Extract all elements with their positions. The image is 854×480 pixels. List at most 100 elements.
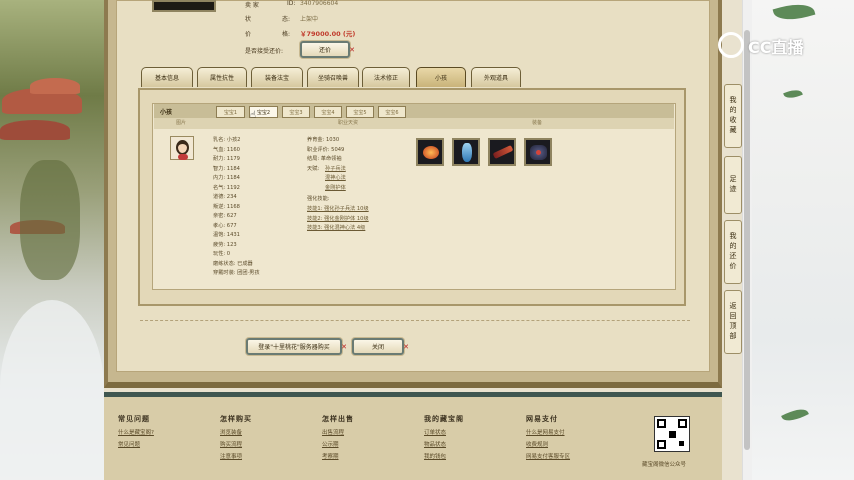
seller-label: 卖 家 — [245, 2, 259, 9]
stat-rating: 职业评价: 5049 — [307, 146, 345, 153]
footer-col-title: 怎样出售 — [322, 415, 354, 423]
footer-col-payment: 网易支付 什么是网易支付 收费规则 网易支付客服专区 — [526, 414, 570, 460]
close-icon: ✕ — [341, 343, 347, 351]
subtab-baby4[interactable]: 宝宝4 — [314, 106, 342, 118]
subtab-label: 宝宝1 — [223, 109, 238, 116]
divider — [140, 320, 690, 321]
status-label: 状 — [245, 16, 252, 23]
tab-mounts-summons[interactable]: 坐骑召唤兽 — [307, 67, 359, 87]
talent-link[interactable]: 混神心法 — [325, 175, 346, 181]
footer-link[interactable]: 我的钱包 — [424, 452, 464, 460]
scrollbar-thumb[interactable] — [744, 30, 750, 450]
close-icon: ✕ — [349, 46, 355, 54]
seller-id: 3407906604 — [300, 0, 339, 7]
enhance-skill-link[interactable]: 技能3: 强化混神心法 4级 — [307, 225, 365, 231]
tab-label: 法术修正 — [373, 75, 398, 82]
subtab-baby6[interactable]: 宝宝6 — [378, 106, 406, 118]
talent-2[interactable]: 混神心法 — [325, 174, 346, 181]
enhance-skill-3[interactable]: 技能3: 强化混神心法 4级 — [307, 224, 365, 231]
footer-link[interactable]: 订单状态 — [424, 428, 464, 436]
price-value: ￥79000.00 (元) — [300, 30, 356, 38]
tab-label: 外观道具 — [483, 75, 508, 82]
dark-armor-icon[interactable] — [524, 138, 552, 166]
subtab-baby3[interactable]: 宝宝3 — [282, 106, 310, 118]
bargain-button[interactable]: 还价 ✕ — [300, 41, 355, 58]
enhance-skill-1[interactable]: 技能1: 强化孙子兵法 10级 — [307, 205, 369, 212]
footer-link[interactable]: 什么是藏宝阁? — [118, 428, 154, 436]
nav-back-to-top[interactable]: 返回顶部 — [724, 290, 742, 354]
talent-link[interactable]: 孙子兵法 — [325, 166, 346, 172]
talent-label: 天赋: — [307, 165, 320, 172]
blue-vase-icon[interactable] — [452, 138, 480, 166]
qr-caption: 藏宝阁微信公众号 — [642, 462, 687, 468]
footer-col-title: 常见问题 — [118, 415, 150, 423]
child-avatar — [170, 136, 194, 160]
footer-link[interactable]: 购买流程 — [220, 440, 252, 448]
footer-col-sell: 怎样出售 出售流程 公示期 考察期 — [322, 414, 354, 460]
footer-col-buy: 怎样购买 浏览装备 购买流程 注意事项 — [220, 414, 252, 460]
footer-link[interactable]: 出售流程 — [322, 428, 354, 436]
talent-1[interactable]: 孙子兵法 — [325, 165, 346, 172]
child-panel-title: 小孩 — [160, 109, 173, 116]
nav-my-favorites[interactable]: 我的收藏 — [724, 84, 742, 148]
nav-my-bargains[interactable]: 我的还价 — [724, 220, 742, 284]
talent-link[interactable]: 金刚护体 — [325, 185, 346, 191]
left-scenery — [0, 0, 104, 480]
subtab-baby5[interactable]: 宝宝5 — [346, 106, 374, 118]
footer-link[interactable]: 物品状态 — [424, 440, 464, 448]
enhance-label: 强化技能: — [307, 196, 330, 202]
footer-col-title: 怎样购买 — [220, 415, 252, 423]
footer-link[interactable]: 注意事项 — [220, 452, 252, 460]
enhance-skill-2[interactable]: 技能2: 强化金刚护体 10级 — [307, 215, 369, 222]
subtab-label: 宝宝3 — [289, 109, 303, 116]
footer-col-title: 我的藏宝阁 — [424, 415, 464, 423]
stat-intimacy: 亲密: 627 — [213, 213, 237, 219]
stat-allowance: 养育金: 1030 — [307, 137, 340, 143]
tab-label: 属性抗性 — [209, 75, 234, 82]
footer-link[interactable]: 收费规则 — [526, 440, 570, 448]
nav-footprints[interactable]: 足迹 — [724, 156, 742, 214]
tab-child[interactable]: 小孩 — [416, 67, 466, 87]
tab-appearance[interactable]: 外观道具 — [471, 67, 521, 87]
stat-inner-power: 内力: 1184 — [213, 175, 240, 181]
status-value: 上架中 — [300, 16, 319, 23]
nav-label: 我的收藏 — [729, 96, 737, 136]
stat-morality: 道德: 234 — [213, 194, 237, 200]
footer-col-title: 网易支付 — [526, 415, 558, 423]
login-server-buy-button[interactable]: 登录"十里桃花"服务器购买 ✕ — [246, 338, 347, 355]
cc-logo-icon — [718, 32, 744, 58]
stat-costume: 穿戴时装: 团团·男孩 — [213, 270, 260, 276]
stat-fatigue: 疲劳: 123 — [213, 241, 237, 248]
tab-label: 装备法宝 — [264, 75, 289, 82]
subtab-label: 宝宝4 — [321, 109, 335, 116]
tab-equipment[interactable]: 装备法宝 — [251, 67, 303, 87]
subtab-label: 宝宝2 — [256, 109, 271, 116]
fire-gourd-icon[interactable] — [416, 138, 444, 166]
close-button[interactable]: 关闭 ✕ — [352, 338, 409, 355]
stat-training: 磨练状态: 已成器 — [213, 260, 253, 267]
tab-basic-info[interactable]: 基本信息 — [141, 67, 193, 87]
stat-hp: 气血: 1160 — [213, 146, 240, 153]
stat-satiety: 温饱: 1431 — [213, 232, 240, 238]
footer-link[interactable]: 网易支付客服专区 — [526, 452, 570, 460]
nav-label: 返回顶部 — [729, 302, 737, 342]
sword-scroll-icon[interactable] — [488, 138, 516, 166]
nav-label: 我的还价 — [729, 232, 737, 272]
footer-link[interactable]: 考察期 — [322, 452, 354, 460]
footer-link[interactable]: 浏览装备 — [220, 428, 252, 436]
enhance-skill-link[interactable]: 技能1: 强化孙子兵法 10级 — [307, 206, 369, 212]
price-label-2: 格: — [282, 31, 291, 38]
stat-rebellion: 叛逆: 1168 — [213, 203, 240, 210]
talent-3[interactable]: 金刚护体 — [325, 184, 346, 191]
tab-attributes[interactable]: 属性抗性 — [197, 67, 247, 87]
footer-link[interactable]: 常见问题 — [118, 440, 154, 448]
subtab-label: 宝宝6 — [385, 109, 399, 116]
footer-link[interactable]: 公示期 — [322, 440, 354, 448]
footer-link[interactable]: 什么是网易支付 — [526, 428, 570, 436]
cc-logo-text: CC直播 — [748, 38, 804, 57]
enhance-skill-link[interactable]: 技能2: 强化金刚护体 10级 — [307, 216, 369, 222]
stat-fame: 名气: 1192 — [213, 184, 240, 191]
tab-spell-correction[interactable]: 法术修正 — [362, 67, 410, 87]
subtab-baby1[interactable]: 宝宝1 — [216, 106, 245, 118]
item-thumbnail — [152, 0, 216, 12]
